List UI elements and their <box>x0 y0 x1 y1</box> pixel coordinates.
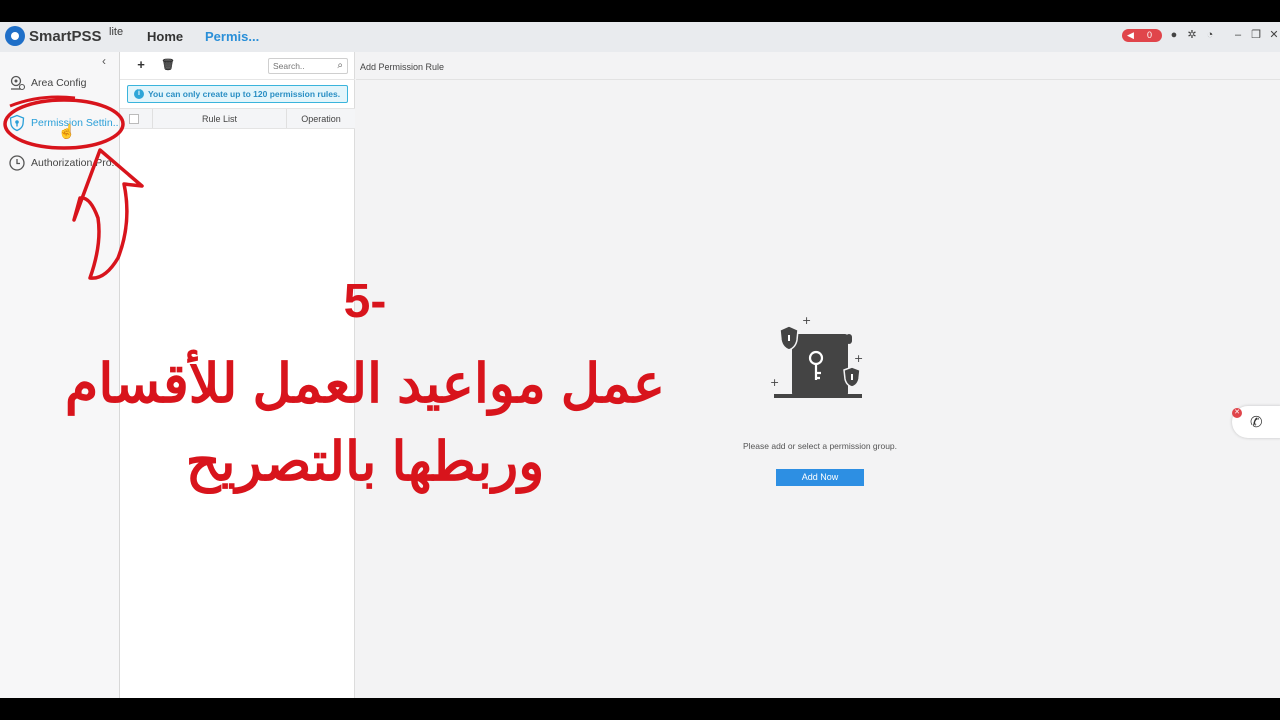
empty-message: Please add or select a permission group. <box>742 441 898 451</box>
search-icon[interactable]: ⌕ <box>337 60 343 71</box>
dashboard-icon[interactable]: ◔ <box>1203 28 1217 42</box>
panel-title: Add Permission Rule <box>360 62 445 72</box>
alarm-badge[interactable]: ◀ 0 <box>1122 29 1162 42</box>
nav-permission-tab[interactable]: Permis... <box>205 29 259 44</box>
hand-cursor-icon: ☝ <box>58 123 76 139</box>
search-box[interactable]: ⌕ <box>268 58 348 74</box>
column-header-rule-list: Rule List <box>201 114 237 124</box>
annotation-line-2: وربطها بالتصريح <box>185 432 545 492</box>
add-now-button[interactable]: Add Now <box>776 469 864 486</box>
minimize-icon[interactable]: – <box>1231 28 1245 42</box>
svg-text:+: + <box>854 352 863 365</box>
rule-toolbar: + 🗑 ⌕ <box>120 52 355 80</box>
panel-header: Add Permission Rule <box>356 52 1280 80</box>
annotation-step-number: 5- <box>343 275 387 328</box>
svg-text:+: + <box>802 314 811 327</box>
gear-icon[interactable]: ✲ <box>1185 28 1199 42</box>
add-icon[interactable]: + <box>134 58 148 72</box>
select-all-checkbox[interactable] <box>129 114 139 124</box>
nav-home-tab[interactable]: Home <box>147 29 183 44</box>
collapse-sidebar-icon[interactable]: ‹ <box>102 54 106 68</box>
delete-icon[interactable]: 🗑 <box>161 58 175 72</box>
app-brand: SmartPSS <box>29 28 102 45</box>
app-window: SmartPSS lite Home Permis... ◀ 0 ● ✲ ◔ –… <box>0 22 1280 698</box>
empty-permission-icon: + + + <box>770 314 863 398</box>
title-bar: SmartPSS lite Home Permis... ◀ 0 ● ✲ ◔ –… <box>0 22 1280 52</box>
alarm-count: 0 <box>1147 30 1153 40</box>
column-header-operation: Operation <box>301 114 341 124</box>
sidebar-item-label: Area Config <box>31 77 87 89</box>
restore-icon[interactable]: ❐ <box>1249 28 1263 42</box>
close-call-widget-icon[interactable]: ✕ <box>1232 408 1242 418</box>
annotation-line-1: عمل مواعيد العمل للأقسام <box>64 354 666 414</box>
rule-table-header: Rule List Operation <box>120 108 355 129</box>
search-input[interactable] <box>273 60 327 72</box>
sidebar-item-label: Authorization Pro... <box>31 157 119 169</box>
close-icon[interactable]: ✕ <box>1267 28 1280 42</box>
user-icon[interactable]: ● <box>1167 28 1181 42</box>
smartpss-logo-icon <box>5 26 25 46</box>
info-icon: i <box>134 89 144 99</box>
notice-text: You can only create up to 120 permission… <box>148 89 341 99</box>
svg-text:+: + <box>770 376 779 389</box>
phone-icon: ✆ <box>1250 414 1263 431</box>
shield-icon <box>9 114 25 132</box>
sidebar-item-authorization[interactable]: Authorization Pro... <box>8 154 120 174</box>
area-config-icon <box>10 75 26 91</box>
speaker-icon: ◀ <box>1127 30 1134 40</box>
clock-icon <box>9 155 25 171</box>
app-brand-edition: lite <box>109 26 124 38</box>
sidebar-item-area-config[interactable]: Area Config <box>8 74 120 94</box>
info-notice: i You can only create up to 120 permissi… <box>127 85 348 103</box>
